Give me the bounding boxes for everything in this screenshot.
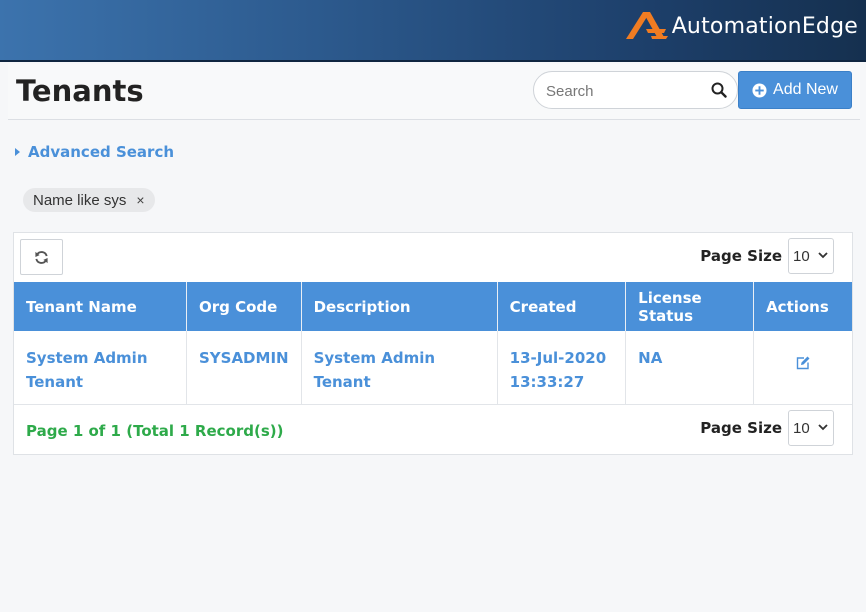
search-icon[interactable] (711, 82, 727, 98)
table-header-row: Tenant Name Org Code Description Created… (14, 282, 852, 331)
filter-chip-label: Name like sys (33, 191, 127, 209)
page-size-label: Page Size (700, 247, 782, 265)
close-icon[interactable]: × (136, 192, 144, 208)
column-header-actions: Actions (753, 282, 852, 331)
edit-icon[interactable] (795, 355, 811, 371)
table-row: System Admin Tenant SYSADMIN System Admi… (14, 331, 852, 405)
chevron-down-icon (818, 424, 828, 431)
cell-created[interactable]: 13-Jul-2020 13:33:27 (497, 331, 627, 405)
add-new-button[interactable]: Add New (738, 71, 852, 109)
page-size-value: 10 (793, 420, 810, 437)
brand-name: AutomationEdge (671, 13, 858, 39)
refresh-button[interactable] (20, 239, 63, 275)
add-new-label: Add New (773, 81, 838, 98)
advanced-search-toggle[interactable]: Advanced Search (15, 143, 174, 161)
page-size-select[interactable]: 10 (788, 238, 834, 274)
automationedge-logo-icon (625, 12, 668, 39)
top-navbar: AutomationEdge (0, 0, 866, 62)
cell-tenant-name[interactable]: System Admin Tenant (14, 331, 187, 405)
plus-circle-icon (752, 82, 767, 98)
search-input[interactable] (546, 80, 696, 102)
search-box[interactable] (533, 71, 738, 109)
advanced-search-label: Advanced Search (28, 143, 175, 161)
pagination-summary: Page 1 of 1 (Total 1 Record(s)) (26, 422, 284, 440)
page-size-select[interactable]: 10 (788, 410, 834, 446)
page-size-control-top: Page Size 10 (700, 238, 834, 274)
column-header-license-status[interactable]: License Status (625, 282, 755, 331)
chevron-down-icon (818, 252, 828, 259)
page-size-value: 10 (793, 248, 810, 265)
refresh-icon (35, 250, 48, 264)
column-header-org-code[interactable]: Org Code (186, 282, 302, 331)
cell-org-code[interactable]: SYSADMIN (186, 331, 302, 405)
tenants-table: Tenant Name Org Code Description Created… (14, 282, 852, 405)
page-header: Tenants Add New (8, 64, 860, 120)
page-size-label: Page Size (700, 419, 782, 437)
tenants-grid-panel: Page Size 10 Tenant Name Org Code Descri… (13, 232, 853, 455)
caret-right-icon (15, 148, 20, 156)
column-header-created[interactable]: Created (497, 282, 627, 331)
brand-logo[interactable]: AutomationEdge (624, 9, 858, 43)
cell-actions (753, 331, 852, 405)
cell-license-status[interactable]: NA (625, 331, 755, 405)
page-size-control-bottom: Page Size 10 (700, 410, 834, 446)
page-title: Tenants (16, 74, 144, 108)
filter-chip: Name like sys × (23, 188, 155, 212)
column-header-tenant-name[interactable]: Tenant Name (14, 282, 187, 331)
cell-description[interactable]: System Admin Tenant (301, 331, 498, 405)
column-header-description[interactable]: Description (301, 282, 498, 331)
